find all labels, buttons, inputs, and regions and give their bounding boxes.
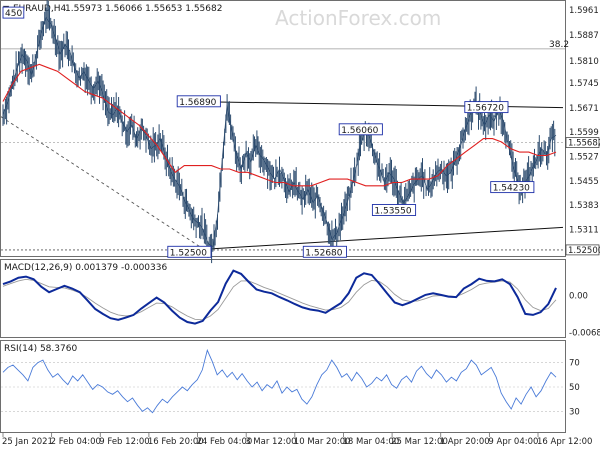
x-tick-label: 24 Feb 04:00: [197, 437, 253, 447]
forex-chart: ActionForex.com ▼ EURAUD,H4 1.55973 1.56…: [0, 0, 600, 447]
annotation-label: 1.56890: [179, 98, 216, 108]
price-close-line: [2, 16, 557, 248]
price-tick-label: 1.5383: [569, 201, 599, 211]
x-tick-label: 25 Jan 2021: [2, 437, 53, 447]
y-axis: 1.59611.58871.58101.57451.56711.55991.55…: [565, 6, 600, 417]
annotation-label: 1.52500: [170, 248, 207, 258]
macd-tick-label: 0.00: [569, 292, 588, 302]
rsi-tick-label: 70: [569, 359, 580, 369]
x-tick-label: 3 Mar 12:00: [245, 437, 296, 447]
price-tick-label: 1.5745: [569, 79, 599, 89]
rsi-line: [2, 348, 557, 414]
annotation-label: 1.56720: [467, 104, 504, 114]
lower-trendline: [204, 226, 564, 250]
upper-trendline: [210, 101, 564, 109]
rsi-tick-label: 30: [569, 407, 580, 417]
price-tick-label: 1.5599: [569, 128, 599, 138]
price-series-group: [2, 0, 557, 264]
annotation-label: 1.53550: [374, 207, 411, 217]
current-price-label: 1.55682: [568, 139, 600, 149]
price-tick-label: 1.5810: [569, 57, 599, 67]
annotations-group: 1.56890 1.56060 1.56720 1.53550 1.54230 1.526…: [2, 6, 535, 258]
support-tag-label: 1.52500: [568, 246, 600, 256]
macd-label: MACD(12,26,9) 0.001379 -0.000336: [4, 263, 167, 273]
x-tick-label: 16 Feb 20:00: [148, 437, 204, 447]
x-tick-label: 1 Apr 20:00: [440, 437, 490, 447]
x-axis: 25 Jan 20212 Feb 04:009 Feb 12:0016 Feb …: [2, 433, 592, 447]
price-tick-label: 1.5527: [569, 153, 599, 163]
annotation-label: 1.56060: [341, 126, 378, 136]
annotation-label: 1.54230: [493, 184, 530, 194]
watermark: ActionForex.com: [275, 6, 441, 30]
rsi-label: RSI(14) 58.3760: [4, 344, 77, 354]
price-tick-label: 1.5455: [569, 177, 599, 187]
macd-tick-label: -0.006837: [569, 328, 600, 338]
x-tick-label: 9 Apr 04:00: [488, 437, 538, 447]
price-tick-label: 1.5961: [569, 6, 599, 16]
rsi-tick-label: 50: [569, 383, 580, 393]
x-tick-label: 9 Feb 12:00: [99, 437, 149, 447]
price-tick-label: 1.5311: [569, 225, 599, 235]
annotation-label: 1.52680: [305, 248, 342, 258]
rsi-panel-frame: [0, 340, 566, 433]
annotation-label: 450: [5, 9, 22, 19]
fib-label: 38.2: [549, 40, 569, 50]
ohlc-values: 1.55973 1.56066 1.55653 1.55682: [65, 4, 222, 14]
x-tick-label: 2 Feb 04:00: [51, 437, 101, 447]
price-tick-label: 1.5887: [569, 31, 599, 41]
price-tick-label: 1.5671: [569, 104, 599, 114]
x-tick-label: 16 Apr 12:00: [537, 437, 592, 447]
